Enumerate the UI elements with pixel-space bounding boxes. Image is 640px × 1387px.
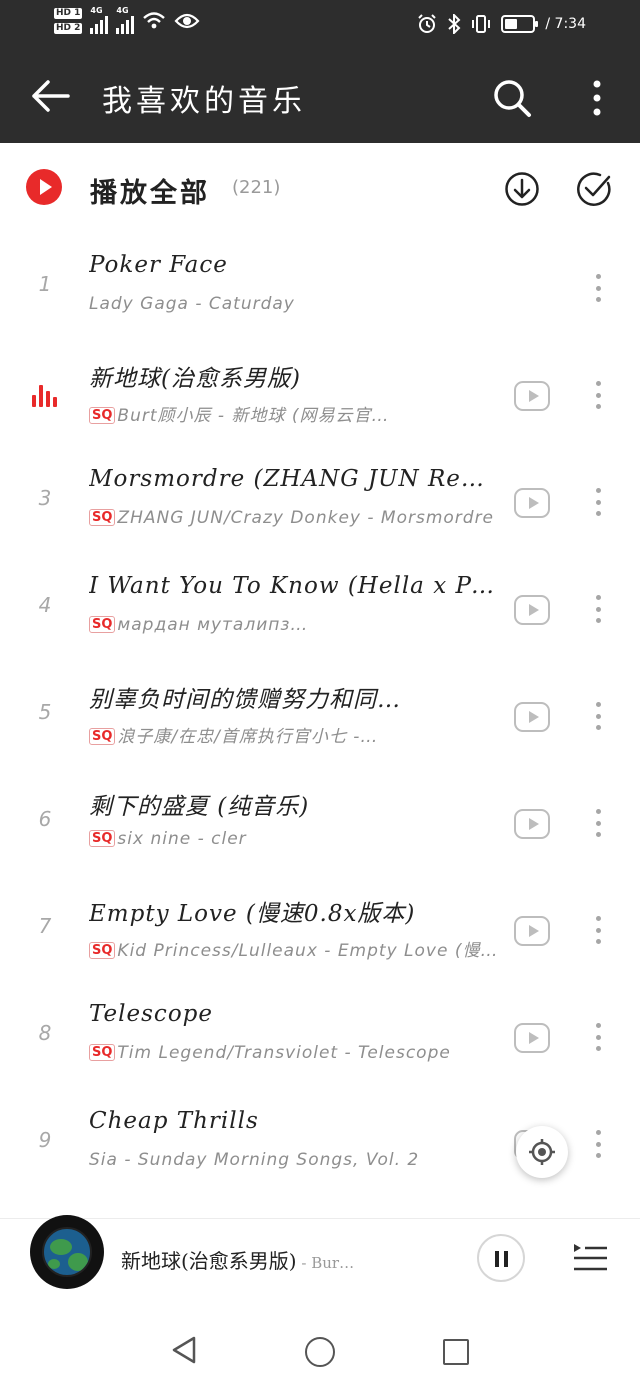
target-icon (529, 1139, 555, 1165)
video-play-icon[interactable] (514, 916, 550, 946)
song-more-icon[interactable] (588, 1126, 608, 1162)
play-all-row[interactable]: 播放全部 (221) (0, 143, 640, 238)
bluetooth-icon (448, 14, 461, 34)
album-cover (42, 1227, 92, 1277)
now-playing-title[interactable]: 新地球(治愈系男版) - Bur… (121, 1245, 411, 1274)
song-row[interactable]: 3 Morsmordre (ZHANG JUN Remix) SQ ZHANG J… (0, 452, 640, 559)
song-index: 8 (38, 1021, 52, 1045)
song-title: 剩下的盛夏 (纯音乐) (89, 794, 310, 820)
clock: / 7:34 (545, 16, 586, 32)
mini-player[interactable]: 新地球(治愈系男版) - Bur… (0, 1215, 640, 1302)
song-index: 3 (38, 486, 52, 510)
sq-badge: SQ (89, 1044, 116, 1061)
nav-back-icon[interactable] (170, 1335, 198, 1365)
nav-home-icon[interactable] (305, 1337, 335, 1367)
page-title: 我喜欢的音乐 (102, 84, 306, 119)
song-more-icon[interactable] (588, 270, 608, 306)
play-all-label: 播放全部 (90, 178, 210, 209)
status-bar-left: HD 1 HD 2 4G 4G (54, 6, 200, 34)
pause-button[interactable] (477, 1234, 525, 1282)
video-play-icon[interactable] (514, 702, 550, 732)
song-title: Morsmordre (ZHANG JUN Remix) (89, 466, 499, 492)
hd1-badge: HD 1 (54, 8, 83, 19)
now-playing-bars-icon (32, 385, 57, 407)
song-row[interactable]: 1 Poker Face Lady Gaga - Caturday (0, 238, 640, 345)
status-bar-right: / 7:34 (417, 14, 586, 34)
alarm-icon (418, 14, 437, 33)
song-row[interactable]: 4 I Want You To Know (Hella x Pe… SQ мард… (0, 559, 640, 666)
song-row[interactable]: 新地球(治愈系男版) SQ Burt顾小辰 - 新地球 (网易云官… (0, 345, 640, 452)
song-subtitle: SQ ZHANG JUN/Crazy Donkey - Morsmordre (89, 508, 499, 528)
song-more-icon[interactable] (588, 805, 608, 841)
sq-badge: SQ (89, 616, 116, 633)
song-index: 5 (38, 700, 52, 724)
eye-icon (174, 13, 200, 29)
hd2-badge: HD 2 (54, 23, 83, 34)
song-more-icon[interactable] (588, 591, 608, 627)
multi-select-icon[interactable] (576, 171, 612, 207)
song-title: Empty Love (慢速0.8x版本) (89, 901, 416, 927)
song-more-icon[interactable] (588, 698, 608, 734)
song-title: Poker Face (89, 252, 228, 278)
song-subtitle: SQ Tim Legend/Transviolet - Telescope (89, 1043, 499, 1063)
song-more-icon[interactable] (588, 1019, 608, 1055)
download-icon[interactable] (504, 171, 540, 207)
song-subtitle: SQ six nine - cler (89, 829, 499, 849)
video-play-icon[interactable] (514, 809, 550, 839)
song-index: 9 (38, 1128, 52, 1152)
status-bar: HD 1 HD 2 4G 4G / 7:34 (0, 0, 640, 50)
system-nav-bar (0, 1302, 640, 1387)
sq-badge: SQ (89, 509, 116, 526)
song-title: I Want You To Know (Hella x Pe… (89, 573, 499, 599)
song-subtitle: SQ Kid Princess/Lulleaux - Empty Love (慢… (89, 936, 499, 961)
hd-indicators: HD 1 HD 2 (54, 8, 83, 34)
signal-2-icon: 4G (116, 6, 135, 34)
sq-badge: SQ (89, 830, 116, 847)
song-row[interactable]: 7 Empty Love (慢速0.8x版本) SQ Kid Princess/L… (0, 880, 640, 987)
song-row[interactable]: 5 别辜负时间的馈赠努力和同… SQ 浪子康/在忠/首席执行官小七 -… (0, 666, 640, 773)
play-circle-icon[interactable] (26, 169, 62, 205)
song-row[interactable]: 8 Telescope SQ Tim Legend/Transviolet - T… (0, 987, 640, 1094)
video-play-icon[interactable] (514, 381, 550, 411)
back-button[interactable] (28, 76, 72, 116)
song-subtitle: SQ Burt顾小辰 - 新地球 (网易云官… (89, 401, 499, 426)
sq-badge: SQ (89, 942, 116, 959)
song-title: Cheap Thrills (89, 1108, 259, 1134)
wifi-icon (143, 12, 166, 29)
song-more-icon[interactable] (588, 912, 608, 948)
locate-current-song-button[interactable] (516, 1126, 568, 1178)
vibrate-icon (472, 15, 491, 33)
song-subtitle: SQ мардан муталипз… (89, 615, 499, 635)
song-title: 新地球(治愈系男版) (89, 366, 301, 392)
battery-icon (501, 15, 539, 33)
playlist-icon[interactable] (572, 1241, 608, 1275)
now-playing-artist: - Bur… (296, 1254, 355, 1272)
song-count: (221) (232, 177, 281, 198)
album-disc[interactable] (30, 1215, 104, 1289)
video-play-icon[interactable] (514, 1023, 550, 1053)
more-vertical-icon[interactable] (580, 76, 614, 120)
song-title: Telescope (89, 1001, 213, 1027)
song-index: 7 (38, 914, 52, 938)
song-more-icon[interactable] (588, 484, 608, 520)
song-index: 6 (38, 807, 52, 831)
search-icon[interactable] (490, 76, 534, 120)
app-header: 我喜欢的音乐 (0, 50, 640, 143)
video-play-icon[interactable] (514, 488, 550, 518)
sq-badge: SQ (89, 728, 116, 745)
video-play-icon[interactable] (514, 595, 550, 625)
song-subtitle: Lady Gaga - Caturday (89, 294, 295, 314)
song-subtitle: Sia - Sunday Morning Songs, Vol. 2 (89, 1150, 420, 1170)
song-subtitle: SQ 浪子康/在忠/首席执行官小七 -… (89, 722, 499, 747)
signal-1-icon: 4G (90, 6, 109, 34)
song-row[interactable]: 6 剩下的盛夏 (纯音乐) SQ six nine - cler (0, 773, 640, 880)
song-index: 1 (38, 272, 52, 296)
song-title: 别辜负时间的馈赠努力和同… (89, 687, 401, 713)
sq-badge: SQ (89, 407, 116, 424)
nav-recents-icon[interactable] (443, 1339, 469, 1365)
song-more-icon[interactable] (588, 377, 608, 413)
song-index: 4 (38, 593, 52, 617)
